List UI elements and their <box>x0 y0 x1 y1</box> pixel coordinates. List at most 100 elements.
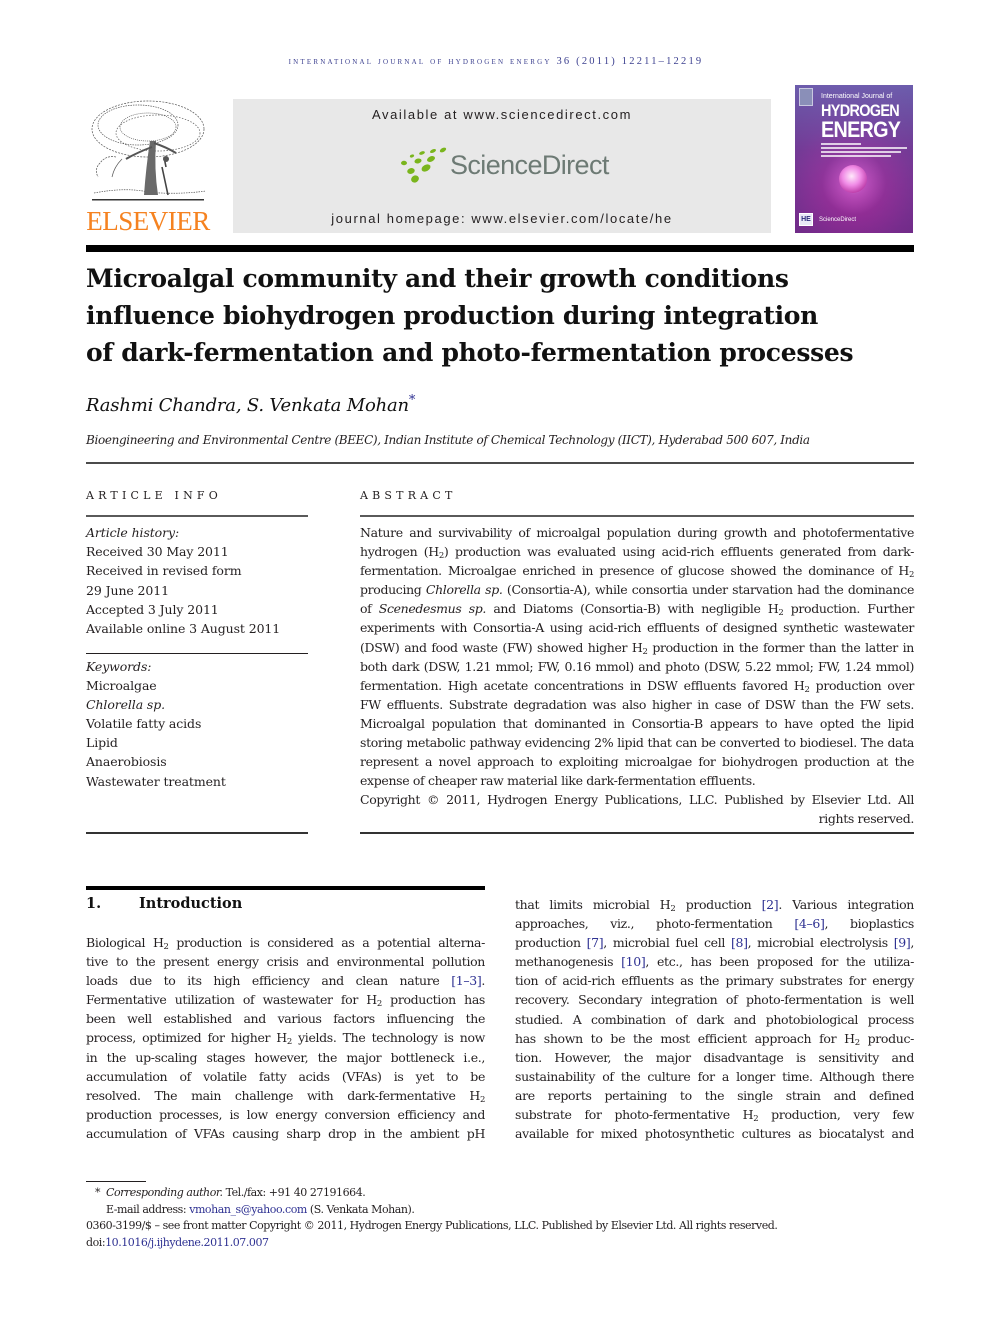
issn-line: 0360-3199/$ – see front matter Copyright… <box>86 1219 778 1232</box>
article-history-label: Article history: <box>86 525 180 540</box>
citation-link[interactable]: [8] <box>731 935 748 950</box>
journal-homepage-link[interactable]: journal homepage: www.elsevier.com/locat… <box>233 211 771 226</box>
cover-orb-graphic <box>839 165 867 193</box>
body-line: process, optimized for higher H2 yields.… <box>86 1030 485 1048</box>
body-line: resolved. The main challenge with dark-f… <box>86 1087 485 1105</box>
abstract-line: experiments with Consortia-A using acid-… <box>360 620 914 636</box>
body-line: approaches, viz., photo-fermentation [4–… <box>515 916 914 932</box>
doi-line: doi:10.1016/j.ijhydene.2011.07.007 <box>86 1235 916 1252</box>
email-footnote: E-mail address: vmohan_s@yahoo.com (S. V… <box>86 1202 916 1219</box>
section-title: Introduction <box>139 895 243 912</box>
elsevier-wordmark: ELSEVIER <box>86 206 210 236</box>
body-line: Fermentative utilization of wastewater f… <box>86 992 485 1010</box>
body-line: recovery. Secondary integration of photo… <box>515 992 914 1008</box>
keywords-divider <box>86 653 308 654</box>
running-head: INTERNATIONAL JOURNAL OF HYDROGEN ENERGY… <box>288 56 704 67</box>
citation-link[interactable]: [10] <box>621 954 646 969</box>
title-line: influence biohydrogen production during … <box>86 301 819 330</box>
abstract-line: hydrogen (H2) production was evaluated u… <box>360 544 914 562</box>
keyword-item: Chlorella sp. <box>86 697 166 713</box>
title-line: Microalgal community and their growth co… <box>86 264 789 293</box>
abstract-line: storing metabolic pathway evidencing 2% … <box>360 735 914 751</box>
abstract-line: fermentation. High acetate concentration… <box>360 677 914 695</box>
article-history: Article history: Received 30 May 2011 Re… <box>86 523 308 638</box>
history-item: Available online 3 August 2011 <box>86 621 281 637</box>
author-list: Rashmi Chandra, S. Venkata Mohan* <box>86 393 416 416</box>
body-line: Biological H2 production is considered a… <box>86 935 485 952</box>
body-line: been well established and various factor… <box>86 1011 485 1027</box>
body-line: studied. A combination of dark and photo… <box>515 1011 914 1027</box>
keyword-item: Lipid <box>86 735 118 751</box>
sciencedirect-logo[interactable]: ScienceDirect <box>398 145 609 185</box>
abstract-line: both dark (DSW, 1.21 mmol; FW, 0.16 mmol… <box>360 658 914 674</box>
abstract-line: FW effluents. Substrate degradation was … <box>360 696 914 712</box>
cover-title-small: International Journal of <box>821 93 893 100</box>
title-line: of dark-fermentation and photo-fermentat… <box>86 338 854 367</box>
footnote-divider <box>86 1181 146 1182</box>
species-name: Chlorella sp. <box>425 582 503 598</box>
corresponding-author-label: Corresponding author. <box>106 1186 223 1199</box>
article-info-heading: ARTICLE INFO <box>86 489 222 502</box>
body-line: accumulation of volatile fatty acids (VF… <box>86 1068 485 1084</box>
journal-cover-image[interactable]: International Journal of HYDROGEN ENERGY… <box>795 85 913 233</box>
abstract-line: fermentation. Microalgae enriched in pre… <box>360 563 914 581</box>
body-line: tive to the present energy crisis and en… <box>86 954 485 970</box>
body-line: available for mixed photosynthetic cultu… <box>515 1126 914 1142</box>
citation-link[interactable]: [4–6] <box>794 916 825 931</box>
body-line: sustainability of the culture for a long… <box>515 1068 914 1084</box>
cover-sciencedirect-logo: ScienceDirect <box>819 217 857 223</box>
citation-link[interactable]: [7] <box>587 935 604 950</box>
introduction-heading: 1. Introduction <box>86 895 242 912</box>
body-line: tion of acid-rich effluents as the prima… <box>515 973 914 989</box>
history-item: Received in revised form <box>86 563 242 579</box>
history-item: 29 June 2011 <box>86 582 169 598</box>
article-info-end-divider <box>86 832 308 834</box>
citation-link[interactable]: [2] <box>762 897 779 912</box>
email-link[interactable]: vmohan_s@yahoo.com <box>189 1203 307 1216</box>
email-label: E-mail address: <box>106 1202 187 1216</box>
section-number: 1. <box>86 895 102 912</box>
abstract-line: producing Chlorella sp. (Consortia-A), w… <box>360 582 914 598</box>
abstract-body: Nature and survivability of microalgal p… <box>360 523 914 790</box>
corresponding-author-footnote: * Corresponding author. Tel./fax: +91 40 … <box>86 1185 916 1202</box>
history-item: Received 30 May 2011 <box>86 544 229 560</box>
doi-link[interactable]: 10.1016/j.ijhydene.2011.07.007 <box>105 1236 269 1249</box>
sciencedirect-banner: Available at www.sciencedirect.com Scien… <box>233 99 771 233</box>
available-at-link[interactable]: Available at www.sciencedirect.com <box>233 107 771 122</box>
keyword-item: Microalgae <box>86 678 157 694</box>
citation-link[interactable]: [1–3] <box>451 973 482 988</box>
body-line: are reports pertaining to the single str… <box>515 1087 914 1103</box>
article-title: Microalgal community and their growth co… <box>86 260 916 371</box>
history-item: Accepted 3 July 2011 <box>86 601 219 617</box>
keyword-item: Anaerobiosis <box>86 754 167 770</box>
abstract-copyright: Copyright © 2011, Hydrogen Energy Public… <box>360 792 914 827</box>
footnote-marker: * <box>94 1186 101 1199</box>
body-line: accumulation of VFAs causing sharp drop … <box>86 1125 485 1141</box>
body-line: in the up-scaling stages however, the ma… <box>86 1049 485 1065</box>
keyword-item: Wastewater treatment <box>86 773 226 789</box>
title-divider <box>86 462 914 464</box>
cover-title-energy: ENERGY <box>821 117 901 142</box>
body-line: production processes, is low energy conv… <box>86 1106 485 1122</box>
tel-fax: Tel./fax: +91 40 27191664. <box>225 1186 366 1199</box>
abstract-line: (DSW) and food waste (FW) showed higher … <box>360 639 914 657</box>
article-info-divider <box>86 515 308 517</box>
header-divider <box>86 245 914 252</box>
affiliation: Bioengineering and Environmental Centre … <box>86 433 810 447</box>
cover-editors-text <box>821 143 909 159</box>
elsevier-logo[interactable]: ELSEVIER <box>86 97 210 237</box>
body-line: substrate for photo-fermentative H2 prod… <box>515 1107 914 1125</box>
corresponding-author-marker[interactable]: * <box>409 393 416 408</box>
abstract-line: Microalgal population that dominanted in… <box>360 715 914 731</box>
abstract-line: Nature and survivability of microalgal p… <box>360 525 914 540</box>
body-line: methanogenesis [10], etc., has been prop… <box>515 954 914 970</box>
abstract-divider <box>360 515 914 517</box>
citation-link[interactable]: [9] <box>894 935 911 950</box>
abstract-line: of Scenedesmus sp. and Diatoms (Consorti… <box>360 601 914 619</box>
cover-publisher-badge <box>799 88 813 106</box>
elsevier-tree-icon <box>86 97 210 205</box>
abstract-line: expense of cheaper raw material like dar… <box>360 773 756 789</box>
authors-text: Rashmi Chandra, S. Venkata Mohan <box>86 395 409 416</box>
cover-he-badge: HE <box>799 213 813 226</box>
abstract-end-divider <box>360 832 914 834</box>
